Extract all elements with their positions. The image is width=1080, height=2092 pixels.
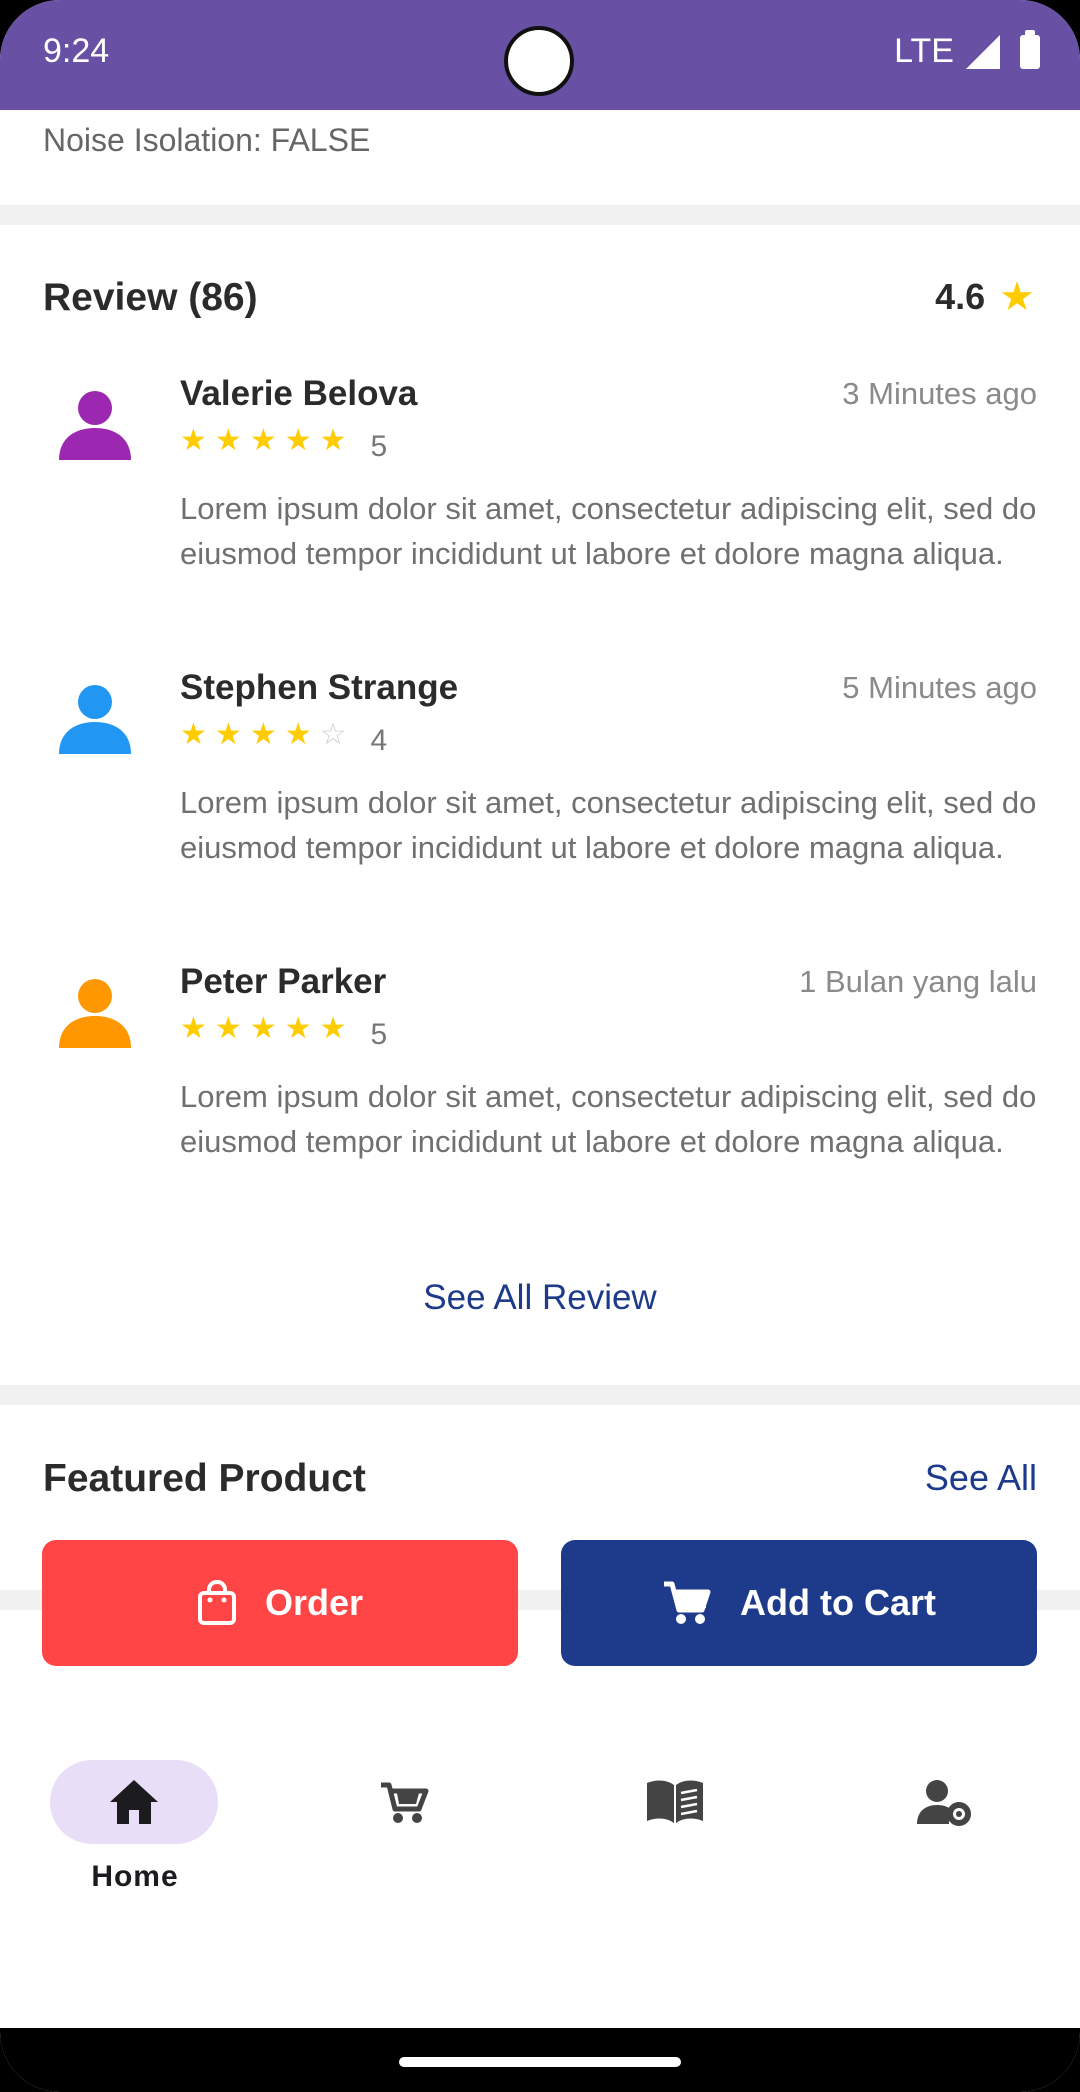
section-divider <box>0 205 1080 225</box>
nav-item-catalog[interactable] <box>540 1740 810 1930</box>
nav-label-home: Home <box>91 1860 179 1893</box>
review-stars: ★ ★ ★ ★ ☆ 4 <box>180 718 387 758</box>
star-outline-icon: ☆ <box>319 718 347 751</box>
spec-line: Noise Isolation: FALSE <box>43 122 371 158</box>
star-icon: ★ <box>180 1012 207 1045</box>
star-icon: ★ <box>249 424 277 457</box>
review-score: 4 <box>370 724 388 757</box>
nav-item-home[interactable]: Home <box>0 1740 270 1930</box>
book-icon <box>647 1780 703 1823</box>
add-to-cart-button[interactable]: Add to Cart <box>561 1540 1037 1666</box>
star-icon: ★ <box>319 1012 347 1045</box>
home-icon <box>110 1780 158 1824</box>
review-time: 5 Minutes ago <box>842 670 1037 705</box>
review-score: 5 <box>370 1018 388 1051</box>
review-text: Lorem ipsum dolor sit amet, consectetur … <box>180 1079 1037 1159</box>
review-text: Lorem ipsum dolor sit amet, consectetur … <box>180 785 1037 865</box>
person-icon <box>59 685 131 754</box>
bottom-navigation: Home <box>0 1740 1080 1930</box>
person-icon <box>59 979 131 1048</box>
star-icon: ★ <box>249 1012 277 1045</box>
review-item: Peter Parker 1 Bulan yang lalu ★ ★ ★ ★ ★… <box>0 962 1080 1222</box>
signal-icon <box>966 34 1000 69</box>
review-time: 3 Minutes ago <box>842 376 1037 411</box>
status-time: 9:24 <box>43 32 110 70</box>
review-stars: ★ ★ ★ ★ ★ 5 <box>180 1012 387 1052</box>
nav-item-cart[interactable] <box>270 1740 540 1930</box>
star-icon: ★ <box>284 718 312 751</box>
reviewer-name: Peter Parker <box>180 962 387 1001</box>
reviewer-name: Stephen Strange <box>180 668 459 707</box>
add-to-cart-label: Add to Cart <box>740 1582 936 1623</box>
review-stars: ★ ★ ★ ★ ★ 5 <box>180 424 387 464</box>
star-icon: ★ <box>214 718 242 751</box>
star-icon: ★ <box>319 424 347 457</box>
star-icon: ★ <box>180 718 207 751</box>
review-item: Valerie Belova 3 Minutes ago ★ ★ ★ ★ ★ 5… <box>0 374 1080 634</box>
review-section-title: Review (86) <box>43 276 258 319</box>
star-icon: ★ <box>284 424 312 457</box>
order-button[interactable]: Order <box>42 1540 518 1666</box>
review-text: Lorem ipsum dolor sit amet, consectetur … <box>180 491 1037 571</box>
network-label: LTE <box>894 32 954 70</box>
review-time: 1 Bulan yang lalu <box>799 964 1037 999</box>
section-divider <box>0 1385 1080 1405</box>
nav-item-account[interactable] <box>810 1740 1080 1930</box>
see-all-review-link[interactable]: See All Review <box>0 1278 1080 1318</box>
status-indicators: LTE <box>894 29 1040 71</box>
star-icon: ★ <box>249 718 277 751</box>
star-icon: ★ <box>284 1012 312 1045</box>
average-rating-value: 4.6 <box>935 276 986 317</box>
person-icon <box>59 391 131 460</box>
reviewer-name: Valerie Belova <box>180 374 418 413</box>
star-icon: ★ <box>999 275 1035 319</box>
shopping-bag-icon <box>197 1580 236 1625</box>
star-icon: ★ <box>214 424 242 457</box>
review-item: Stephen Strange 5 Minutes ago ★ ★ ★ ★ ☆ … <box>0 668 1080 928</box>
gesture-handle[interactable] <box>399 2057 681 2067</box>
app-screen: 9:24 LTE Noise Isolation: FALSE Review (… <box>0 0 1080 2092</box>
star-icon: ★ <box>214 1012 242 1045</box>
average-rating: 4.6 ★ <box>935 276 1035 318</box>
featured-section-title: Featured Product <box>43 1457 366 1500</box>
nav-active-indicator <box>50 1760 218 1844</box>
review-score: 5 <box>370 430 388 463</box>
see-all-featured-link[interactable]: See All <box>925 1457 1037 1499</box>
user-settings-icon <box>917 1780 971 1826</box>
cart-icon <box>381 1782 429 1823</box>
camera-cutout <box>504 26 574 96</box>
star-icon: ★ <box>180 424 207 457</box>
status-bar: 9:24 LTE <box>0 0 1080 110</box>
battery-icon <box>1020 29 1040 69</box>
order-button-label: Order <box>264 1582 364 1623</box>
cart-icon <box>664 1581 711 1624</box>
